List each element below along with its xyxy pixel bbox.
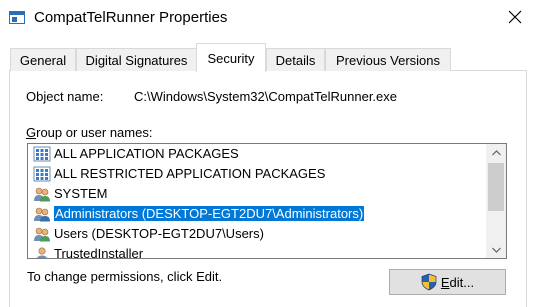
tab-security[interactable]: Security (196, 43, 266, 72)
principal-name: ALL RESTRICTED APPLICATION PACKAGES (54, 166, 326, 181)
tab-label: Details (275, 52, 316, 68)
scroll-down-button[interactable] (486, 241, 506, 258)
principal-name: TrustedInstaller (54, 246, 144, 258)
close-button[interactable] (496, 0, 534, 34)
window-title: CompatTelRunner Properties (34, 9, 228, 26)
group-or-user-names-list[interactable]: ALL APPLICATION PACKAGES ALL RESTRICTED … (27, 143, 507, 259)
properties-window-icon (9, 11, 25, 24)
change-permissions-hint: To change permissions, click Edit. (27, 269, 223, 284)
tab-previous-versions[interactable]: Previous Versions (325, 48, 451, 71)
list-item[interactable]: SYSTEM (28, 184, 488, 204)
list-item[interactable]: ALL APPLICATION PACKAGES (28, 144, 488, 164)
principal-name: SYSTEM (54, 186, 108, 201)
principal-name: ALL APPLICATION PACKAGES (54, 146, 239, 161)
edit-label-rest: dit... (449, 274, 475, 290)
list-rows: ALL APPLICATION PACKAGES ALL RESTRICTED … (28, 144, 488, 258)
tab-label: Previous Versions (335, 52, 441, 68)
tab-details[interactable]: Details (266, 48, 325, 71)
group-or-user-names-label: Group or user names: (26, 125, 152, 140)
object-name-value: C:\Windows\System32\CompatTelRunner.exe (134, 89, 398, 104)
package-group-icon (33, 146, 51, 162)
edit-button-label: Edit... (441, 275, 474, 290)
tab-label: General (19, 52, 67, 68)
list-item-selected[interactable]: Administrators (DESKTOP-EGT2DU7\Administ… (28, 204, 488, 224)
title-bar: CompatTelRunner Properties (0, 0, 534, 36)
object-name-label: Object name: (26, 89, 104, 104)
tab-digital-signatures[interactable]: Digital Signatures (76, 48, 197, 71)
list-item[interactable]: TrustedInstaller (28, 244, 488, 258)
list-item[interactable]: Users (DESKTOP-EGT2DU7\Users) (28, 224, 488, 244)
tab-label: Security (207, 50, 255, 66)
scroll-up-button[interactable] (486, 144, 506, 161)
vertical-scrollbar[interactable] (486, 144, 506, 258)
users-icon (34, 207, 50, 222)
tab-label: Digital Signatures (85, 52, 188, 68)
access-key-e: E (440, 274, 450, 290)
edit-button[interactable]: Edit... (389, 269, 506, 295)
principal-name: Users (DESKTOP-EGT2DU7\Users) (54, 226, 264, 241)
package-group-icon (33, 166, 51, 182)
group-label-rest: roup or user names: (36, 125, 153, 140)
tab-general[interactable]: General (10, 48, 76, 71)
user-icon (36, 247, 48, 258)
close-icon (508, 10, 522, 24)
chevron-down-icon (491, 247, 501, 253)
scrollbar-thumb[interactable] (488, 163, 504, 211)
users-icon (34, 187, 50, 202)
tab-strip: General Digital Signatures Security Deta… (0, 36, 534, 72)
uac-shield-icon (421, 273, 437, 291)
principal-name: Administrators (DESKTOP-EGT2DU7\Administ… (52, 205, 366, 222)
chevron-up-icon (491, 149, 501, 155)
access-key-g: G (26, 125, 37, 140)
list-item[interactable]: ALL RESTRICTED APPLICATION PACKAGES (28, 164, 488, 184)
users-icon (34, 227, 50, 242)
